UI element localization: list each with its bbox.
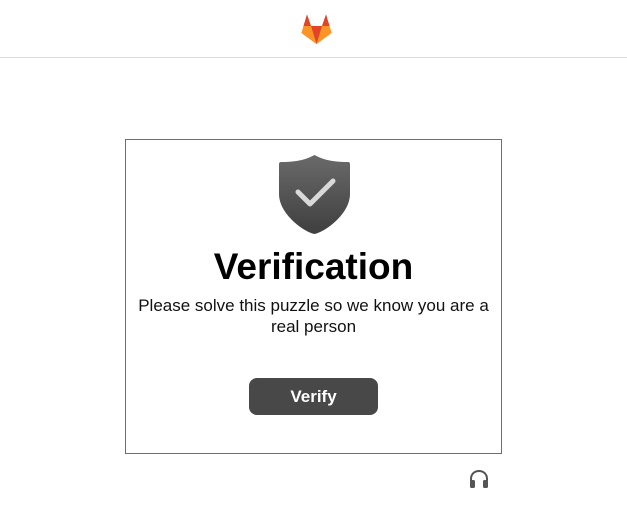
top-bar (0, 0, 627, 58)
gitlab-fox-icon[interactable] (300, 13, 333, 45)
page: Verification Please solve this puzzle so… (0, 0, 627, 530)
verification-title: Verification (213, 246, 414, 287)
headphones-icon[interactable] (468, 469, 490, 489)
verification-message: Please solve this puzzle so we know you … (138, 296, 489, 336)
verification-card: Verification Please solve this puzzle so… (125, 139, 502, 454)
verify-button[interactable]: Verify (249, 378, 378, 415)
shield-check-icon (279, 155, 350, 234)
